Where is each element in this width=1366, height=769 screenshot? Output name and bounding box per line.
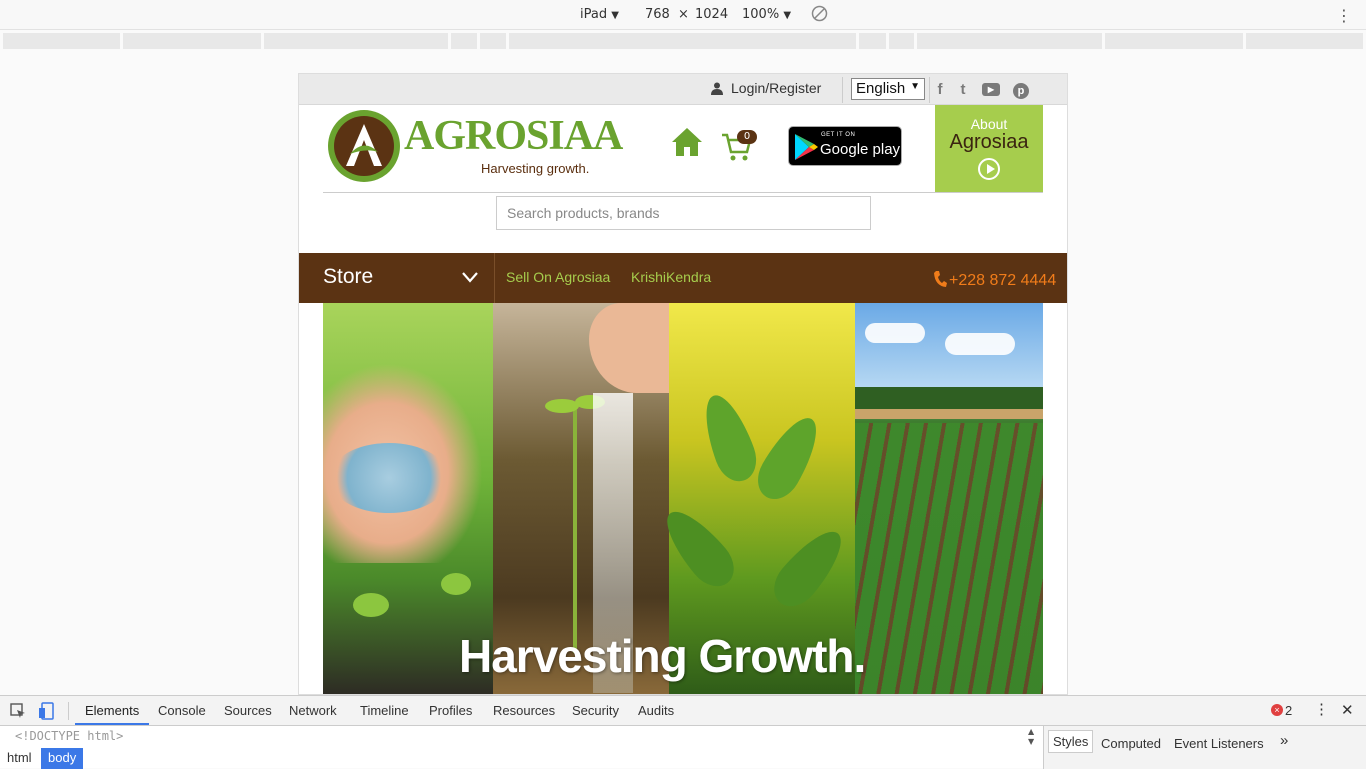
cart-count-badge: 0 [737, 130, 757, 144]
tab-timeline[interactable]: Timeline [360, 703, 409, 718]
store-menu-button[interactable]: Store [299, 253, 495, 303]
home-icon[interactable] [671, 126, 703, 158]
search-input[interactable] [496, 196, 871, 230]
phone-link[interactable]: +228 872 4444 [933, 267, 1056, 290]
tab-profiles[interactable]: Profiles [429, 703, 472, 718]
twitter-icon[interactable]: t [954, 81, 972, 99]
seedling-image [353, 593, 389, 617]
media-query-ruler[interactable] [0, 31, 1366, 51]
devtools-panel: Elements Console Sources Network Timelin… [0, 695, 1366, 769]
youtube-icon[interactable]: ▶ [982, 83, 1000, 96]
chevron-down-icon [462, 272, 478, 283]
leaf-image [654, 500, 744, 596]
device-mode-icon[interactable] [38, 702, 56, 720]
cloud-image [945, 333, 1015, 355]
tab-console[interactable]: Console [158, 703, 206, 718]
site-logo[interactable]: AGROSIAA Harvesting growth. [326, 108, 623, 184]
hand-image [589, 303, 669, 393]
google-play-button[interactable]: GET IT ON Google play [788, 126, 902, 166]
login-register-link[interactable]: Login/Register [711, 80, 821, 96]
styles-sidebar: Styles Computed Event Listeners » [1043, 726, 1366, 769]
hero-caption: Harvesting Growth. [459, 630, 866, 682]
device-height[interactable]: 1024 [695, 7, 728, 22]
nav-link-krishikendra[interactable]: KrishiKendra [631, 269, 711, 285]
phone-icon [934, 271, 947, 287]
dimension-separator: × [678, 7, 689, 22]
kebab-menu-icon[interactable]: ⋮ [1314, 700, 1329, 718]
divider [842, 77, 843, 103]
tab-audits[interactable]: Audits [638, 703, 674, 718]
language-select[interactable]: English ▼ [851, 78, 925, 100]
tab-sources[interactable]: Sources [224, 703, 272, 718]
breadcrumb-body[interactable]: body [41, 748, 84, 769]
device-toolbar: iPad ▼ 768 × 1024 100% ▼ ⋮ [0, 0, 1366, 30]
active-tab-indicator [75, 723, 149, 725]
tab-security[interactable]: Security [572, 703, 619, 718]
divider [929, 77, 930, 103]
soil-strip-image [855, 409, 1043, 419]
emulated-viewport: Login/Register English ▼ f t ▶ p AGROSIA… [298, 73, 1068, 695]
error-icon[interactable]: × [1271, 704, 1283, 716]
crop-rows-image [855, 423, 1043, 694]
devtools-tabbar: Elements Console Sources Network Timelin… [0, 696, 1366, 726]
tab-resources[interactable]: Resources [493, 703, 555, 718]
play-icon [978, 158, 1000, 180]
tab-elements[interactable]: Elements [85, 703, 139, 718]
tab-computed[interactable]: Computed [1101, 736, 1161, 751]
logo-emblem-icon [328, 110, 400, 182]
tab-network[interactable]: Network [289, 703, 337, 718]
main-nav: Store Sell On Agrosiaa KrishiKendra +228… [299, 253, 1067, 303]
dom-doctype-node[interactable]: <!DOCTYPE html> [15, 729, 123, 743]
site-topbar: Login/Register English ▼ f t ▶ p [299, 74, 1067, 105]
facebook-icon[interactable]: f [931, 81, 949, 99]
close-icon[interactable]: ✕ [1341, 701, 1354, 719]
leaf-image [545, 399, 579, 413]
seedling-image [441, 573, 471, 595]
breadcrumb-html[interactable]: html [0, 748, 39, 769]
tab-event-listeners[interactable]: Event Listeners [1174, 736, 1264, 751]
pinterest-icon[interactable]: p [1013, 83, 1029, 99]
scroll-up-icon[interactable]: ▲ [1028, 727, 1034, 736]
about-agrosiaa-button[interactable]: About Agrosiaa [935, 105, 1043, 192]
nav-link-sell[interactable]: Sell On Agrosiaa [506, 269, 610, 285]
logo-wordmark: AGROSIAA [404, 113, 623, 159]
divider [323, 192, 1043, 193]
kebab-menu-icon[interactable]: ⋮ [1336, 6, 1352, 25]
device-select[interactable]: iPad ▼ [580, 7, 619, 22]
leaf-image [694, 388, 764, 488]
zoom-select[interactable]: 100% ▼ [742, 7, 791, 22]
chevron-down-icon: ▼ [910, 81, 920, 92]
hero-banner[interactable]: Harvesting Growth. [323, 303, 1043, 694]
google-play-icon [795, 134, 818, 160]
chevron-down-icon: ▼ [783, 10, 792, 21]
user-icon [711, 82, 723, 95]
leaf-image [764, 520, 854, 616]
logo-tagline: Harvesting growth. [481, 161, 590, 176]
tab-styles[interactable]: Styles [1048, 730, 1094, 753]
rotate-icon[interactable] [811, 5, 828, 26]
treeline-image [855, 387, 1043, 411]
device-width[interactable]: 768 [645, 7, 670, 22]
cloud-image [865, 323, 925, 343]
inspect-element-icon[interactable] [9, 702, 27, 720]
error-count[interactable]: 2 [1285, 703, 1292, 718]
more-tabs-icon[interactable]: » [1280, 732, 1288, 749]
scroll-down-icon[interactable]: ▼ [1028, 737, 1034, 746]
leaf-image [749, 409, 829, 507]
chevron-down-icon: ▼ [611, 10, 619, 21]
divider [68, 702, 69, 720]
sprout-image [573, 403, 577, 653]
fertilizer-image [329, 443, 449, 513]
